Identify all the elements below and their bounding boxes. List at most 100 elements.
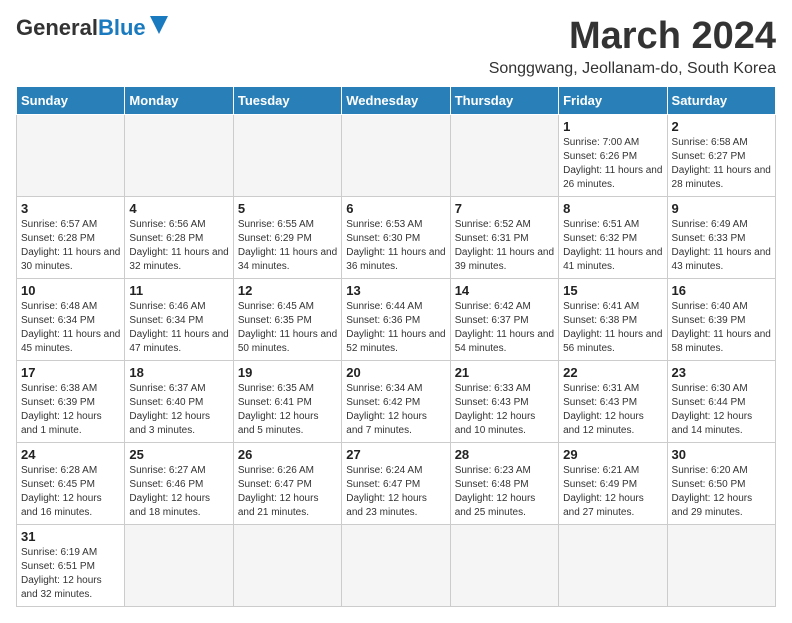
table-row: 22 Sunrise: 6:31 AM Sunset: 6:43 PM Dayli… — [559, 360, 667, 442]
table-row — [17, 114, 125, 196]
table-row: 1Sunrise: 7:00 AM Sunset: 6:26 PM Daylig… — [559, 114, 667, 196]
day-info: Sunrise: 6:46 AM Sunset: 6:34 PM Dayligh… — [129, 300, 228, 356]
day-number: 15 — [563, 283, 662, 298]
day-number: 30 — [672, 447, 771, 462]
logo-text: GeneralBlue — [16, 17, 146, 39]
header-monday: Monday — [125, 86, 233, 114]
calendar-week-row: 17 Sunrise: 6:38 AM Sunset: 6:39 PM Dayli… — [17, 360, 776, 442]
day-number: 10 — [21, 283, 120, 298]
day-info: Sunrise: 6:52 AM Sunset: 6:31 PM Dayligh… — [455, 218, 554, 274]
table-row: 8 Sunrise: 6:51 AM Sunset: 6:32 PM Daylig… — [559, 196, 667, 278]
calendar-week-row: 10 Sunrise: 6:48 AM Sunset: 6:34 PM Dayli… — [17, 278, 776, 360]
calendar-table: Sunday Monday Tuesday Wednesday Thursday… — [16, 86, 776, 607]
table-row: 7Sunrise: 6:52 AM Sunset: 6:31 PM Daylig… — [450, 196, 558, 278]
table-row — [342, 524, 450, 606]
day-number: 12 — [238, 283, 337, 298]
day-info: Sunrise: 6:20 AM Sunset: 6:50 PM Dayligh… — [672, 464, 771, 520]
day-info: Sunrise: 7:00 AM Sunset: 6:26 PM Dayligh… — [563, 136, 662, 192]
day-info: Sunrise: 6:41 AM Sunset: 6:38 PM Dayligh… — [563, 300, 662, 356]
day-info: Sunrise: 6:51 AM Sunset: 6:32 PM Dayligh… — [563, 218, 662, 274]
day-number: 22 — [563, 365, 662, 380]
day-number: 25 — [129, 447, 228, 462]
table-row: 2Sunrise: 6:58 AM Sunset: 6:27 PM Daylig… — [667, 114, 775, 196]
day-info: Sunrise: 6:44 AM Sunset: 6:36 PM Dayligh… — [346, 300, 445, 356]
day-info: Sunrise: 6:42 AM Sunset: 6:37 PM Dayligh… — [455, 300, 554, 356]
day-info: Sunrise: 6:38 AM Sunset: 6:39 PM Dayligh… — [21, 382, 120, 438]
day-number: 9 — [672, 201, 771, 216]
month-year-title: March 2024 — [489, 16, 776, 58]
table-row: 24Sunrise: 6:28 AM Sunset: 6:45 PM Dayli… — [17, 442, 125, 524]
day-info: Sunrise: 6:24 AM Sunset: 6:47 PM Dayligh… — [346, 464, 445, 520]
day-number: 17 — [21, 365, 120, 380]
day-number: 11 — [129, 283, 228, 298]
table-row: 30 Sunrise: 6:20 AM Sunset: 6:50 PM Dayli… — [667, 442, 775, 524]
table-row — [233, 114, 341, 196]
table-row: 14 Sunrise: 6:42 AM Sunset: 6:37 PM Dayli… — [450, 278, 558, 360]
day-number: 26 — [238, 447, 337, 462]
day-info: Sunrise: 6:26 AM Sunset: 6:47 PM Dayligh… — [238, 464, 337, 520]
day-number: 24 — [21, 447, 120, 462]
day-number: 6 — [346, 201, 445, 216]
header-friday: Friday — [559, 86, 667, 114]
table-row: 5Sunrise: 6:55 AM Sunset: 6:29 PM Daylig… — [233, 196, 341, 278]
day-info: Sunrise: 6:40 AM Sunset: 6:39 PM Dayligh… — [672, 300, 771, 356]
day-number: 20 — [346, 365, 445, 380]
day-number: 28 — [455, 447, 554, 462]
table-row: 3Sunrise: 6:57 AM Sunset: 6:28 PM Daylig… — [17, 196, 125, 278]
table-row: 17 Sunrise: 6:38 AM Sunset: 6:39 PM Dayli… — [17, 360, 125, 442]
day-info: Sunrise: 6:49 AM Sunset: 6:33 PM Dayligh… — [672, 218, 771, 274]
location-subtitle: Songgwang, Jeollanam-do, South Korea — [489, 60, 776, 78]
table-row: 6 Sunrise: 6:53 AM Sunset: 6:30 PM Daylig… — [342, 196, 450, 278]
calendar-week-row: 24Sunrise: 6:28 AM Sunset: 6:45 PM Dayli… — [17, 442, 776, 524]
table-row: 20 Sunrise: 6:34 AM Sunset: 6:42 PM Dayli… — [342, 360, 450, 442]
day-info: Sunrise: 6:58 AM Sunset: 6:27 PM Dayligh… — [672, 136, 771, 192]
header-saturday: Saturday — [667, 86, 775, 114]
page-header: GeneralBlue March 2024 Songgwang, Jeolla… — [16, 16, 776, 78]
day-info: Sunrise: 6:55 AM Sunset: 6:29 PM Dayligh… — [238, 218, 337, 274]
table-row: 28 Sunrise: 6:23 AM Sunset: 6:48 PM Dayli… — [450, 442, 558, 524]
day-info: Sunrise: 6:30 AM Sunset: 6:44 PM Dayligh… — [672, 382, 771, 438]
day-info: Sunrise: 6:34 AM Sunset: 6:42 PM Dayligh… — [346, 382, 445, 438]
table-row: 29Sunrise: 6:21 AM Sunset: 6:49 PM Dayli… — [559, 442, 667, 524]
day-number: 27 — [346, 447, 445, 462]
day-number: 13 — [346, 283, 445, 298]
table-row: 16 Sunrise: 6:40 AM Sunset: 6:39 PM Dayli… — [667, 278, 775, 360]
table-row — [125, 524, 233, 606]
table-row: 10 Sunrise: 6:48 AM Sunset: 6:34 PM Dayli… — [17, 278, 125, 360]
table-row — [125, 114, 233, 196]
header-thursday: Thursday — [450, 86, 558, 114]
day-info: Sunrise: 6:31 AM Sunset: 6:43 PM Dayligh… — [563, 382, 662, 438]
day-number: 8 — [563, 201, 662, 216]
table-row — [559, 524, 667, 606]
table-row: 18Sunrise: 6:37 AM Sunset: 6:40 PM Dayli… — [125, 360, 233, 442]
day-number: 16 — [672, 283, 771, 298]
day-number: 19 — [238, 365, 337, 380]
day-number: 31 — [21, 529, 120, 544]
calendar-week-row: 1Sunrise: 7:00 AM Sunset: 6:26 PM Daylig… — [17, 114, 776, 196]
day-info: Sunrise: 6:23 AM Sunset: 6:48 PM Dayligh… — [455, 464, 554, 520]
table-row: 27 Sunrise: 6:24 AM Sunset: 6:47 PM Dayli… — [342, 442, 450, 524]
day-number: 4 — [129, 201, 228, 216]
day-info: Sunrise: 6:45 AM Sunset: 6:35 PM Dayligh… — [238, 300, 337, 356]
day-number: 14 — [455, 283, 554, 298]
day-number: 29 — [563, 447, 662, 462]
table-row: 21 Sunrise: 6:33 AM Sunset: 6:43 PM Dayli… — [450, 360, 558, 442]
table-row: 9 Sunrise: 6:49 AM Sunset: 6:33 PM Daylig… — [667, 196, 775, 278]
logo-brand: GeneralBlue — [16, 16, 168, 39]
logo: GeneralBlue — [16, 16, 168, 39]
day-info: Sunrise: 6:53 AM Sunset: 6:30 PM Dayligh… — [346, 218, 445, 274]
table-row — [450, 524, 558, 606]
day-info: Sunrise: 6:27 AM Sunset: 6:46 PM Dayligh… — [129, 464, 228, 520]
calendar-week-row: 3Sunrise: 6:57 AM Sunset: 6:28 PM Daylig… — [17, 196, 776, 278]
logo-triangle-icon — [150, 16, 168, 34]
day-number: 18 — [129, 365, 228, 380]
calendar-week-row: 31Sunrise: 6:19 AM Sunset: 6:51 PM Dayli… — [17, 524, 776, 606]
day-info: Sunrise: 6:48 AM Sunset: 6:34 PM Dayligh… — [21, 300, 120, 356]
table-row: 13 Sunrise: 6:44 AM Sunset: 6:36 PM Dayli… — [342, 278, 450, 360]
table-row: 4Sunrise: 6:56 AM Sunset: 6:28 PM Daylig… — [125, 196, 233, 278]
day-info: Sunrise: 6:35 AM Sunset: 6:41 PM Dayligh… — [238, 382, 337, 438]
day-number: 21 — [455, 365, 554, 380]
table-row — [667, 524, 775, 606]
day-info: Sunrise: 6:57 AM Sunset: 6:28 PM Dayligh… — [21, 218, 120, 274]
day-info: Sunrise: 6:33 AM Sunset: 6:43 PM Dayligh… — [455, 382, 554, 438]
